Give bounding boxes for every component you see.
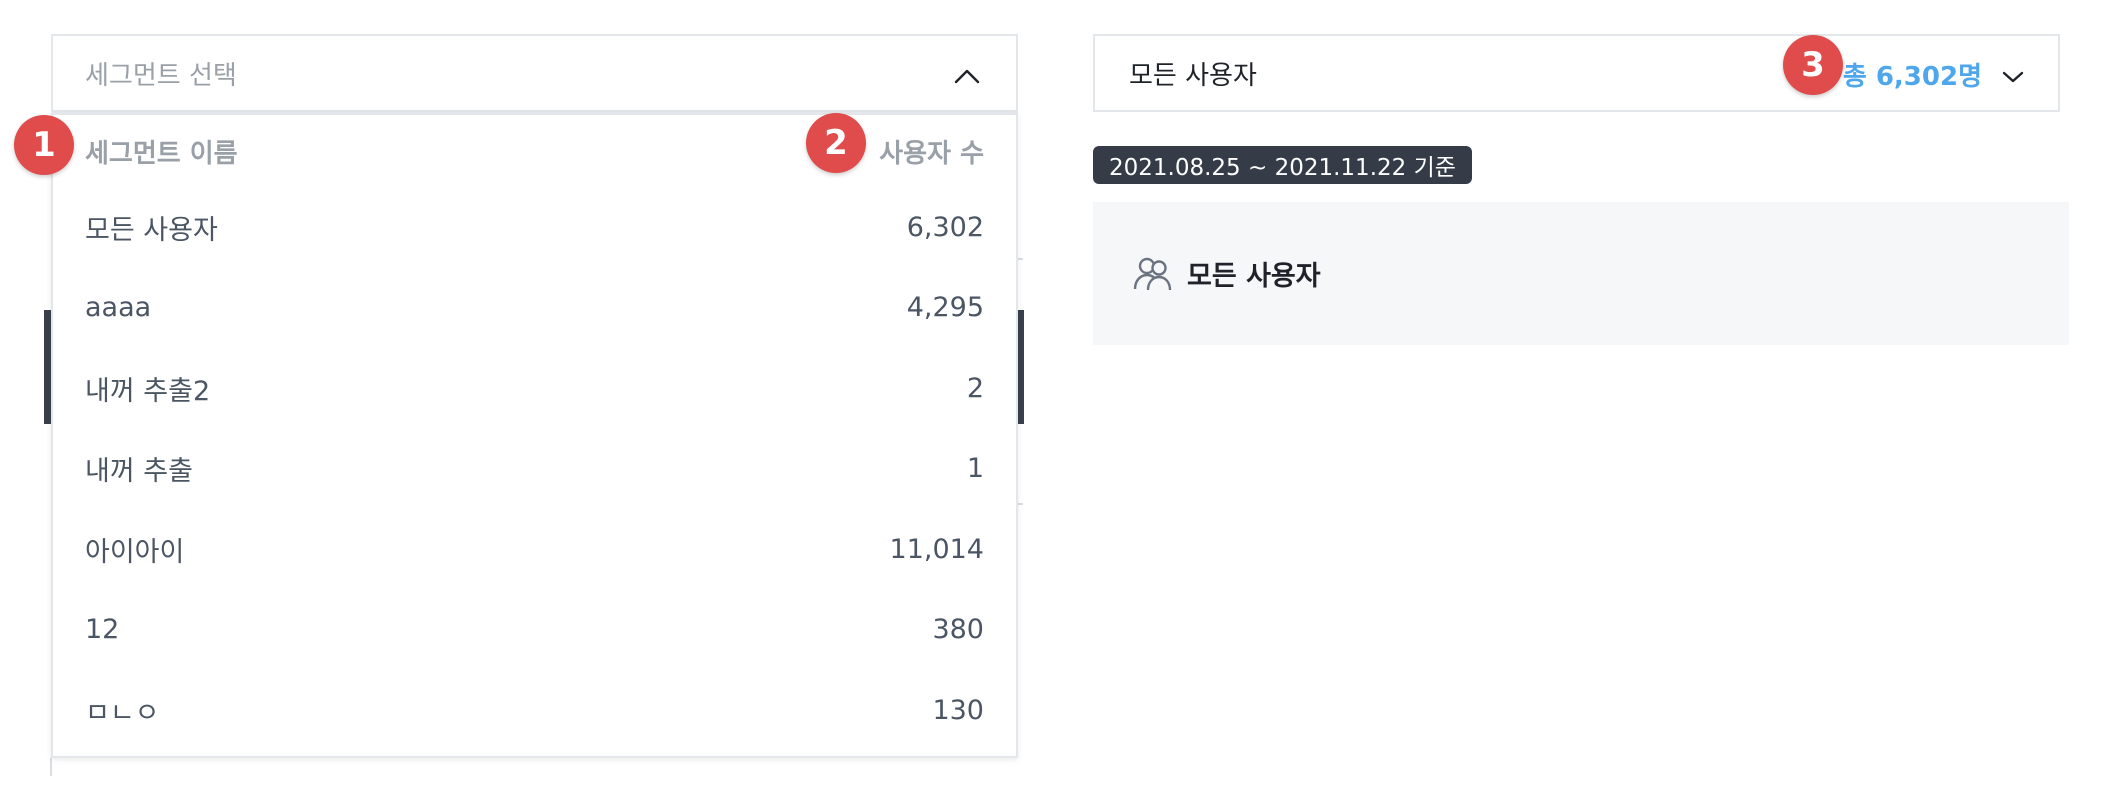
row-segment-name: 내꺼 추출2 <box>85 375 211 407</box>
dropdown-row[interactable]: 12 380 <box>53 590 1016 671</box>
segment-select[interactable]: 세그먼트 선택 <box>51 34 1018 112</box>
users-icon <box>1133 257 1172 290</box>
row-segment-name: 내꺼 추출 <box>85 456 193 488</box>
stage: 세그먼트 선택 세그먼트 이름 사용자 수 모든 사용자 6,302 aaaa 4,2… <box>0 0 2106 796</box>
background-divider <box>50 758 52 776</box>
background-divider <box>1018 503 1023 505</box>
background-divider <box>1018 258 1023 260</box>
row-segment-name: ㅁㄴㅇ <box>85 697 160 729</box>
total-users-label: 총 6,302명 <box>1842 62 1982 92</box>
date-range-badge: 2021.08.25 ~ 2021.11.22 기준 <box>1093 146 1472 184</box>
row-user-count: 4,295 <box>906 292 984 324</box>
dropdown-row[interactable]: aaaa 4,295 <box>53 268 1016 349</box>
background-dark-block <box>1018 310 1024 424</box>
segment-select-placeholder: 세그먼트 선택 <box>85 60 237 91</box>
dropdown-row[interactable]: ㅁㄴㅇ 130 <box>53 670 1016 751</box>
row-user-count: 130 <box>932 694 984 726</box>
marker-1: 1 <box>14 115 74 175</box>
marker-2: 2 <box>806 113 866 173</box>
row-segment-name: 아이아이 <box>85 536 185 568</box>
header-segment-name: 세그먼트 이름 <box>85 138 238 169</box>
row-segment-name: 12 <box>85 614 120 646</box>
row-user-count: 380 <box>932 614 984 646</box>
row-segment-name: aaaa <box>85 292 152 324</box>
selected-segment-name: 모든 사용자 <box>1129 60 1257 91</box>
segment-dropdown: 세그먼트 이름 사용자 수 모든 사용자 6,302 aaaa 4,295 내꺼 추출2… <box>51 112 1018 758</box>
row-user-count: 1 <box>966 453 984 485</box>
dropdown-row[interactable]: 아이아이 11,014 <box>53 509 1016 590</box>
row-user-count: 6,302 <box>906 211 984 243</box>
chevron-down-icon[interactable] <box>2002 70 2024 84</box>
chevron-up-icon[interactable] <box>954 68 980 84</box>
header-user-count: 사용자 수 <box>879 138 984 169</box>
dropdown-list: 모든 사용자 6,302 aaaa 4,295 내꺼 추출2 2 내꺼 추출 1 아이아이 11,… <box>53 187 1016 751</box>
dropdown-row[interactable]: 내꺼 추출2 2 <box>53 348 1016 429</box>
dropdown-row[interactable]: 내꺼 추출 1 <box>53 429 1016 510</box>
selected-segment-box[interactable]: 모든 사용자 총 6,302명 <box>1093 34 2060 112</box>
row-user-count: 11,014 <box>889 533 984 565</box>
segment-card: 모든 사용자 <box>1093 202 2069 345</box>
row-user-count: 2 <box>966 372 984 404</box>
marker-3: 3 <box>1783 35 1843 95</box>
dropdown-header: 세그먼트 이름 사용자 수 <box>53 115 1016 187</box>
dropdown-row[interactable]: 모든 사용자 6,302 <box>53 187 1016 268</box>
card-title: 모든 사용자 <box>1187 261 1321 292</box>
row-segment-name: 모든 사용자 <box>85 214 218 246</box>
